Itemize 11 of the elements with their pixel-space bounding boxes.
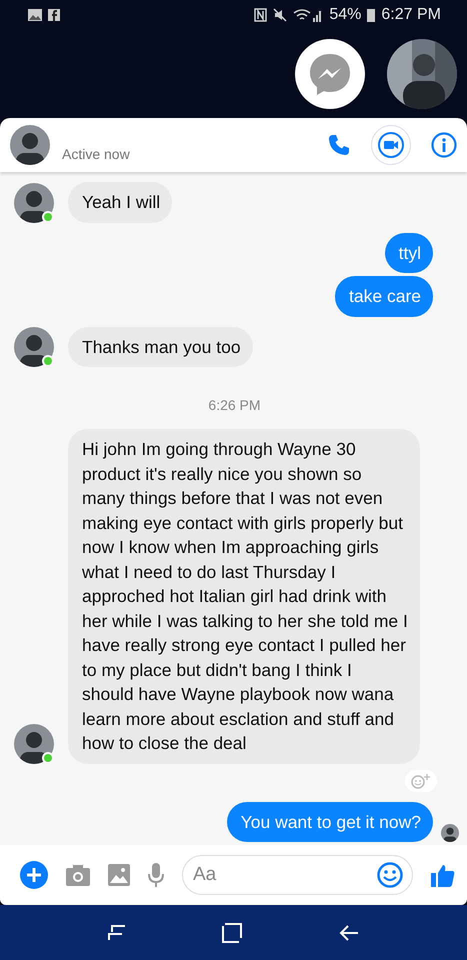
message-bubble: ttyl <box>384 232 433 273</box>
message-bubble: Yeah I will <box>68 182 172 222</box>
message-bubble: Hi john Im going through Wayne 30 product it's really nice you shown so many things before that I was not even making eye contact with girls properly but now I know when Im approaching girls what I need to do last Thursday I approched hot Italian girl had drink with her while I was talking to her she told me I have really strong eye contact I pulled her to my place but didn't bang I think I should have Wayne playbook now wana learn more about esclation and stuff and how to close the deal <box>68 429 420 764</box>
message-bubble: You want to get it now? <box>226 802 433 842</box>
clock: 6:27 PM <box>381 6 441 24</box>
battery-percent: 54% <box>329 6 362 24</box>
message-bubble: Thanks man you too <box>68 326 253 367</box>
active-status: Active now <box>62 146 130 162</box>
message-bubble: take care <box>335 276 433 316</box>
message-input[interactable]: Aa <box>182 855 413 895</box>
timestamp: 6:26 PM <box>207 397 262 413</box>
